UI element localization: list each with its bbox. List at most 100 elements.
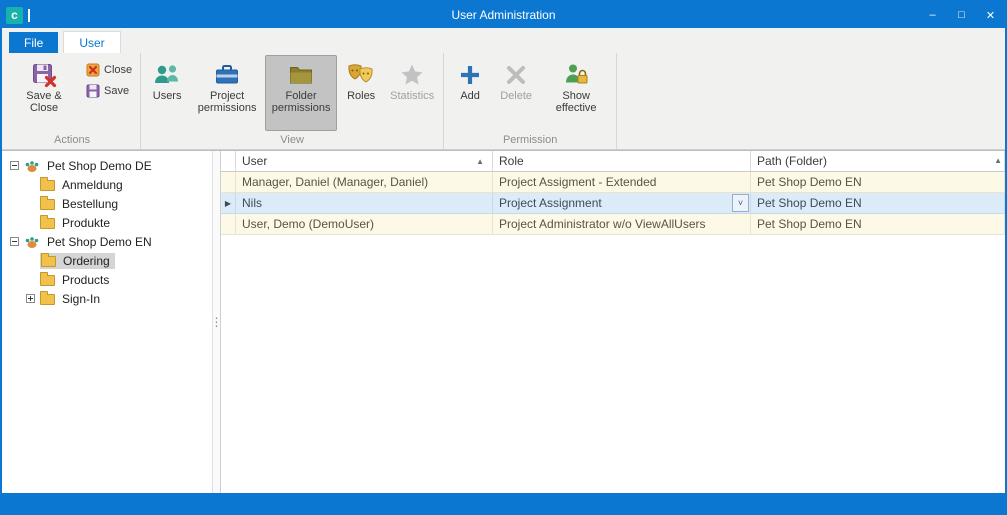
path-cell[interactable]: Pet Shop Demo EN (751, 193, 1005, 214)
tree-node-label: Bestellung (60, 197, 120, 211)
user-cell[interactable]: Nils (236, 193, 493, 214)
actions-group-label: Actions (7, 132, 137, 149)
folder-icon (40, 275, 55, 286)
add-button[interactable]: Add (448, 55, 492, 131)
column-header-path[interactable]: Path (Folder) (751, 151, 1005, 171)
column-header-user[interactable]: User ▲ (236, 151, 493, 171)
user-cell[interactable]: Manager, Daniel (Manager, Daniel) (236, 172, 493, 193)
grid-empty-area (221, 235, 1005, 493)
users-label: Users (153, 90, 182, 102)
show-effective-label: Show effective (545, 90, 607, 114)
ribbon: Save & Close Close (2, 53, 1005, 150)
close-action-button[interactable]: Close (81, 59, 137, 80)
main-area: Pet Shop Demo DE Anmeldung Bestellung Pr… (2, 150, 1005, 493)
role-cell-editor[interactable]: Project Assignment ˅ (493, 193, 751, 214)
titlebar-caret (28, 9, 30, 22)
statistics-button: Statistics (385, 55, 439, 131)
add-icon (458, 60, 482, 90)
roles-button[interactable]: Roles (339, 55, 383, 131)
roles-icon (346, 60, 376, 90)
tree-node-label: Ordering (61, 254, 112, 268)
app-icon: c (6, 7, 23, 24)
row-indicator-cell (221, 172, 236, 193)
permissions-grid: ▲ User ▲ Role Path (Folder) Manager, Dan… (221, 151, 1005, 493)
maximize-button[interactable]: □ (947, 2, 976, 28)
statistics-label: Statistics (390, 90, 434, 102)
tree-node-pet-shop-demo-de[interactable]: Pet Shop Demo DE (2, 156, 212, 175)
ribbon-group-view: Users Project permissions (141, 53, 444, 149)
tree-node-pet-shop-demo-en[interactable]: Pet Shop Demo EN (2, 232, 212, 251)
save-and-close-label: Save & Close (13, 90, 75, 114)
row-indicator-cell (221, 214, 236, 235)
ribbon-tab-row: File User (2, 28, 1005, 53)
column-header-role[interactable]: Role (493, 151, 751, 171)
role-editor-value: Project Assignment (499, 196, 602, 210)
folder-permissions-icon (288, 60, 314, 90)
delete-label: Delete (500, 90, 532, 102)
tree-node-products[interactable]: Products (2, 270, 212, 289)
role-cell[interactable]: Project Administrator w/o ViewAllUsers (493, 214, 751, 235)
project-permissions-button[interactable]: Project permissions (191, 55, 263, 131)
folder-icon (40, 218, 55, 229)
tree-node-label: Pet Shop Demo DE (45, 159, 154, 173)
tree-selection-highlight: Ordering (40, 253, 115, 269)
role-dropdown-button[interactable]: ˅ (732, 194, 749, 212)
role-cell[interactable]: Project Assigment - Extended (493, 172, 751, 193)
window-title: User Administration (2, 8, 1005, 22)
table-row[interactable]: User, Demo (DemoUser) Project Administra… (221, 214, 1005, 235)
save-button[interactable]: Save (81, 80, 137, 101)
folder-tree: Pet Shop Demo DE Anmeldung Bestellung Pr… (2, 151, 212, 493)
save-label: Save (104, 85, 129, 97)
project-permissions-label: Project permissions (196, 90, 258, 114)
window-controls: – □ ✕ (918, 2, 1005, 28)
minimize-button[interactable]: – (918, 2, 947, 28)
folder-permissions-label: Folder permissions (270, 90, 332, 114)
statistics-icon (399, 60, 425, 90)
header-corner-icon[interactable]: ▲ (994, 156, 1002, 165)
folder-permissions-button[interactable]: Folder permissions (265, 55, 337, 131)
users-button[interactable]: Users (145, 55, 189, 131)
path-cell[interactable]: Pet Shop Demo EN (751, 214, 1005, 235)
column-header-path-label: Path (Folder) (757, 154, 827, 168)
users-icon (153, 60, 181, 90)
show-effective-icon (563, 60, 589, 90)
tree-node-label: Sign-In (60, 292, 102, 306)
tree-node-label: Products (60, 273, 111, 287)
title-bar[interactable]: c User Administration – □ ✕ (2, 2, 1005, 28)
save-and-close-button[interactable]: Save & Close (8, 55, 80, 131)
collapse-icon[interactable] (10, 161, 19, 170)
tree-node-sign-in[interactable]: Sign-In (2, 289, 212, 308)
collapse-icon[interactable] (10, 237, 19, 246)
splitter[interactable]: ⋮ (212, 151, 221, 493)
tree-node-bestellung[interactable]: Bestellung (2, 194, 212, 213)
tree-node-ordering[interactable]: Ordering (2, 251, 212, 270)
grid-header-row: User ▲ Role Path (Folder) (221, 151, 1005, 172)
tree-node-produkte[interactable]: Produkte (2, 213, 212, 232)
save-icon (86, 84, 100, 98)
save-and-close-icon (31, 60, 57, 90)
folder-icon (40, 180, 55, 191)
add-label: Add (460, 90, 480, 102)
table-row[interactable]: Manager, Daniel (Manager, Daniel) Projec… (221, 172, 1005, 193)
path-cell[interactable]: Pet Shop Demo EN (751, 172, 1005, 193)
column-header-role-label: Role (499, 154, 524, 168)
tree-node-anmeldung[interactable]: Anmeldung (2, 175, 212, 194)
project-icon (24, 234, 40, 250)
show-effective-button[interactable]: Show effective (540, 55, 612, 131)
folder-icon (40, 199, 55, 210)
tab-user[interactable]: User (63, 31, 120, 53)
tree-node-label: Produkte (60, 216, 112, 230)
table-row-selected[interactable]: ▶ Nils Project Assignment ˅ Pet Shop Dem… (221, 193, 1005, 214)
project-icon (24, 158, 40, 174)
roles-label: Roles (347, 90, 375, 102)
row-indicator-cell: ▶ (221, 193, 236, 214)
close-button[interactable]: ✕ (976, 2, 1005, 28)
ribbon-group-permission: Add Delete (444, 53, 617, 149)
tab-file[interactable]: File (9, 32, 58, 53)
user-cell[interactable]: User, Demo (DemoUser) (236, 214, 493, 235)
permission-group-label: Permission (447, 132, 613, 149)
row-indicator-icon: ▶ (225, 199, 231, 208)
expand-icon[interactable] (26, 294, 35, 303)
status-bar (2, 493, 1005, 513)
view-group-label: View (144, 132, 440, 149)
